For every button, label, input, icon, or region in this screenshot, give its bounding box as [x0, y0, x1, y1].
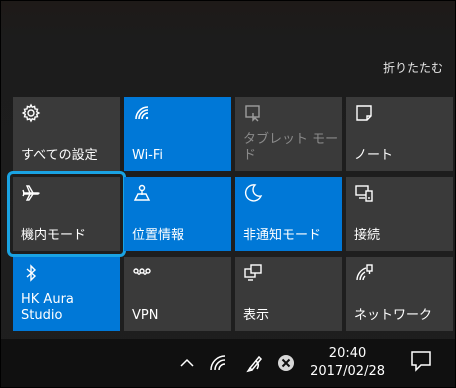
clock[interactable]: 20:40 2017/02/28 [310, 345, 385, 381]
vpn-icon [132, 263, 152, 283]
tile-location[interactable]: 位置情報 [124, 177, 231, 251]
tile-wifi[interactable]: Wi-Fi [124, 97, 231, 171]
tile-quiet-hours[interactable]: 非通知モード [235, 177, 342, 251]
chevron-up-icon[interactable] [177, 353, 197, 373]
tile-bluetooth-device[interactable]: HK Aura Studio [13, 257, 120, 331]
notification-icon[interactable] [409, 349, 433, 373]
tile-label: タブレット モード [243, 132, 339, 163]
pen-icon[interactable] [245, 353, 265, 373]
tile-display[interactable]: 表示 [235, 257, 342, 331]
close-icon[interactable] [276, 353, 296, 373]
clock-time: 20:40 [328, 346, 367, 361]
gear-icon [21, 103, 41, 123]
tablet-mode-icon [243, 103, 263, 123]
collapse-link[interactable]: 折りたたむ [383, 59, 443, 76]
tile-label: 位置情報 [132, 228, 185, 243]
location-icon [132, 183, 152, 203]
action-center: 折りたたむ すべての設定 Wi-Fi タブレット モード ノート 機内モード 位… [0, 0, 456, 388]
tile-label: ネットワーク [354, 308, 433, 323]
tile-label: ノート [354, 148, 394, 163]
tile-label: Wi-Fi [132, 148, 164, 163]
tile-tablet-mode[interactable]: タブレット モード [235, 97, 342, 171]
taskbar: 20:40 2017/02/28 [1, 339, 455, 387]
tile-all-settings[interactable]: すべての設定 [13, 97, 120, 171]
moon-icon [243, 183, 263, 203]
bluetooth-icon [21, 263, 41, 283]
tile-vpn[interactable]: VPN [124, 257, 231, 331]
tile-connect[interactable]: 接続 [346, 177, 453, 251]
tile-airplane-mode[interactable]: 機内モード [7, 171, 126, 257]
clock-date: 2017/02/28 [310, 364, 385, 379]
tile-note[interactable]: ノート [346, 97, 453, 171]
tile-network[interactable]: ネットワーク [346, 257, 453, 331]
tile-label: 非通知モード [243, 228, 322, 243]
network-icon [354, 263, 374, 283]
tile-label: VPN [132, 308, 159, 323]
tile-label: すべての設定 [21, 148, 98, 163]
airplane-icon [21, 183, 41, 203]
tile-label: 表示 [243, 308, 270, 323]
tile-label: 接続 [354, 228, 381, 243]
tile-label: 機内モード [21, 228, 87, 243]
display-icon [243, 263, 263, 283]
note-icon [354, 103, 374, 123]
tile-label: HK Aura Studio [21, 292, 74, 323]
wifi-icon[interactable] [208, 353, 228, 373]
wifi-icon [132, 103, 152, 123]
connect-icon [354, 183, 374, 203]
